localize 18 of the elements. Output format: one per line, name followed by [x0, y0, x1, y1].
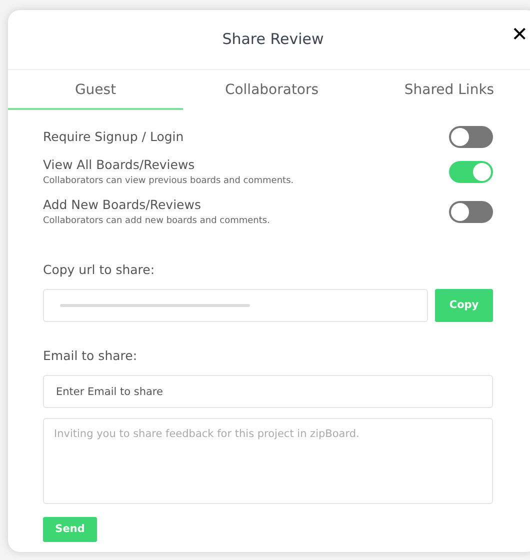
setting-description: Collaborators can add new boards and comments.: [43, 215, 270, 228]
setting-label: View All Boards/Reviews: [43, 156, 196, 174]
toggle-switch[interactable]: [449, 161, 493, 184]
toggle-switch[interactable]: [449, 126, 493, 148]
url-field[interactable]: [43, 289, 428, 322]
message-field[interactable]: Inviting you to share feedback for this project in zipBoard.: [43, 418, 493, 504]
tab[interactable]: Guest: [8, 70, 183, 110]
tab[interactable]: Shared Links: [360, 70, 530, 110]
dialog-title: Share Review: [222, 29, 324, 50]
setting-description: Collaborators can view previous boards and comments.: [43, 174, 294, 188]
field-label: Copy url to share:: [43, 260, 156, 279]
setting-label: Add New Boards/Reviews: [43, 196, 202, 214]
toggle-switch[interactable]: [449, 201, 493, 224]
email-field[interactable]: Enter Email to share: [43, 375, 493, 408]
tab[interactable]: Collaborators: [183, 70, 360, 110]
close-button[interactable]: ✕: [511, 24, 528, 44]
setting-label: Require Signup / Login: [43, 128, 184, 146]
field-label: Email to share:: [43, 347, 138, 366]
